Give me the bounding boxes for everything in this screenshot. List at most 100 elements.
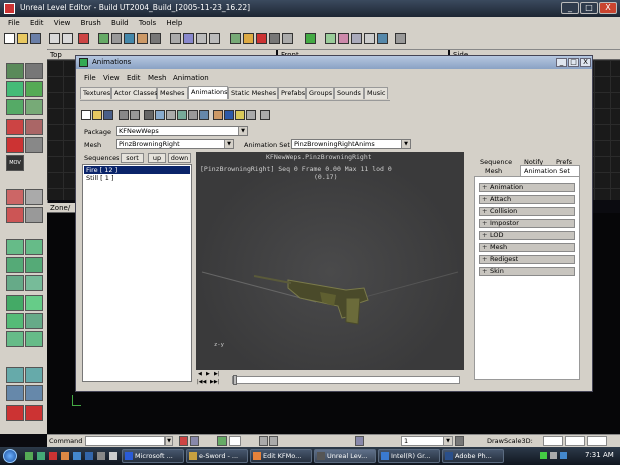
prop-attach[interactable]: + Attach — [479, 195, 575, 204]
anim-lock-icon[interactable] — [235, 110, 245, 120]
down-button[interactable]: down — [168, 153, 191, 163]
tab-prefabs[interactable]: Prefabs — [278, 87, 306, 99]
camera-speed-icon[interactable] — [455, 436, 464, 446]
build-all-icon[interactable] — [269, 33, 280, 44]
mesh-dropdown-icon[interactable]: ▼ — [224, 140, 233, 148]
mesh-browser-icon[interactable] — [137, 33, 148, 44]
scrubber-handle[interactable] — [233, 375, 237, 385]
taskbar-item-intel[interactable]: Intel(R) Gr... — [378, 449, 440, 463]
fast-forward-icon[interactable]: ▶▶| — [210, 379, 219, 385]
rotate-snap-toggle-icon[interactable] — [269, 436, 278, 446]
prop-redigest[interactable]: + Redigest — [479, 255, 575, 264]
drawscale-y-field[interactable] — [565, 436, 585, 446]
tray-app-icon[interactable] — [560, 452, 567, 459]
taskbar-item-unreal[interactable]: Unreal Lev... — [314, 449, 376, 463]
anim-cut-icon[interactable] — [119, 110, 129, 120]
command-dropdown-icon[interactable]: ▼ — [165, 436, 173, 446]
quicklaunch-icon-1[interactable] — [25, 452, 33, 460]
build-lighting-icon[interactable] — [243, 33, 254, 44]
package-select[interactable]: KFNewWeps ▼ — [116, 126, 248, 136]
search-actors-icon[interactable] — [78, 33, 89, 44]
tab-textures[interactable]: Textures — [80, 87, 111, 99]
cylinder-builder-icon[interactable] — [6, 207, 24, 223]
tab-meshes[interactable]: Meshes — [157, 87, 188, 99]
anim-maximize-button[interactable]: □ — [568, 58, 579, 67]
tab-sounds[interactable]: Sounds — [334, 87, 364, 99]
subtract-brush-icon[interactable] — [25, 239, 43, 255]
surface-properties-icon[interactable] — [364, 33, 375, 44]
tray-volume-icon[interactable] — [550, 452, 557, 459]
animset-dropdown-icon[interactable]: ▼ — [401, 140, 410, 148]
anim-view-icon[interactable] — [155, 110, 165, 120]
close-button[interactable]: X — [599, 2, 617, 14]
sequences-list[interactable]: Fire [ 12 ] Still [ 1 ] — [82, 164, 192, 382]
rotate-icon[interactable] — [25, 81, 43, 97]
intersect-icon[interactable] — [6, 257, 24, 273]
anim-close-button[interactable]: X — [580, 58, 591, 67]
up-button[interactable]: up — [148, 153, 166, 163]
cube-builder-icon[interactable] — [6, 189, 24, 205]
terrain-editor-icon[interactable] — [325, 33, 336, 44]
cone-builder-icon[interactable] — [25, 207, 43, 223]
maximize-button[interactable]: □ — [580, 2, 598, 14]
quicklaunch-icon-5[interactable] — [73, 452, 81, 460]
sound-browser-icon[interactable] — [196, 33, 207, 44]
texture-pan-icon[interactable] — [25, 119, 43, 135]
tab-actor-classes[interactable]: Actor Classes — [111, 87, 158, 99]
group-browser-icon[interactable] — [111, 33, 122, 44]
show-selected-icon[interactable] — [25, 367, 43, 383]
animation-scrubber[interactable] — [232, 375, 460, 385]
menu-view[interactable]: View — [54, 17, 71, 29]
add-volume-icon[interactable] — [25, 275, 43, 291]
deintersect-icon[interactable] — [25, 257, 43, 273]
anim-refpose-icon[interactable] — [213, 110, 223, 120]
brush-clip-icon[interactable] — [6, 99, 24, 115]
music-browser-icon[interactable] — [209, 33, 220, 44]
tab-animation-set[interactable]: Animation Set — [520, 165, 580, 176]
quicklaunch-icon-6[interactable] — [85, 452, 93, 460]
face-drag-icon[interactable] — [6, 137, 24, 153]
anim-open-icon[interactable] — [92, 110, 102, 120]
taskbar-item-edit[interactable]: Edit KFMo... — [250, 449, 312, 463]
taskbar-item-word[interactable]: Microsoft ... — [122, 449, 184, 463]
step-forward-icon[interactable]: ▶| — [214, 371, 220, 377]
taskbar-item-esword[interactable]: e-Sword - ... — [186, 449, 248, 463]
anim-play-icon[interactable] — [144, 110, 154, 120]
tray-network-icon[interactable] — [540, 452, 547, 459]
matinee-mov-icon[interactable]: MOV — [6, 155, 24, 171]
level-properties-icon[interactable] — [377, 33, 388, 44]
prefab-browser-icon[interactable] — [150, 33, 161, 44]
select-all-icon[interactable] — [25, 385, 43, 401]
rotate-snap-icon[interactable] — [259, 436, 268, 446]
prop-collision[interactable]: + Collision — [479, 207, 575, 216]
actor-properties-icon[interactable] — [351, 33, 362, 44]
quicklaunch-icon-3[interactable] — [49, 452, 57, 460]
add-trigger-icon[interactable] — [6, 331, 24, 347]
anim-menu-animation[interactable]: Animation — [173, 72, 209, 84]
save-map-icon[interactable] — [30, 33, 41, 44]
anim-save-icon[interactable] — [103, 110, 113, 120]
open-map-icon[interactable] — [17, 33, 28, 44]
zoom-select[interactable]: 1 ▼ — [401, 436, 453, 446]
anim-wireframe-icon[interactable] — [166, 110, 176, 120]
build-geometry-icon[interactable] — [230, 33, 241, 44]
terrain-tool-icon[interactable] — [25, 137, 43, 153]
play-forward-icon[interactable]: ▶ — [206, 371, 210, 377]
menu-brush[interactable]: Brush — [81, 17, 101, 29]
anim-bounds-icon[interactable] — [188, 110, 198, 120]
quicklaunch-icon-7[interactable] — [97, 452, 105, 460]
command-input[interactable] — [85, 436, 165, 446]
play-back-icon[interactable]: ◀ — [198, 371, 202, 377]
texture-browser-icon[interactable] — [124, 33, 135, 44]
matinee-icon[interactable] — [338, 33, 349, 44]
drawscale-z-field[interactable] — [587, 436, 607, 446]
tab-animations[interactable]: Animations — [188, 86, 228, 99]
redo-icon[interactable] — [62, 33, 73, 44]
animation-browser-icon[interactable] — [183, 33, 194, 44]
scale-icon[interactable] — [6, 81, 24, 97]
vertex-edit-icon[interactable] — [25, 63, 43, 79]
minimize-button[interactable]: _ — [561, 2, 579, 14]
menu-file[interactable]: File — [8, 17, 20, 29]
anim-info-icon[interactable] — [224, 110, 234, 120]
build-options-icon[interactable] — [282, 33, 293, 44]
